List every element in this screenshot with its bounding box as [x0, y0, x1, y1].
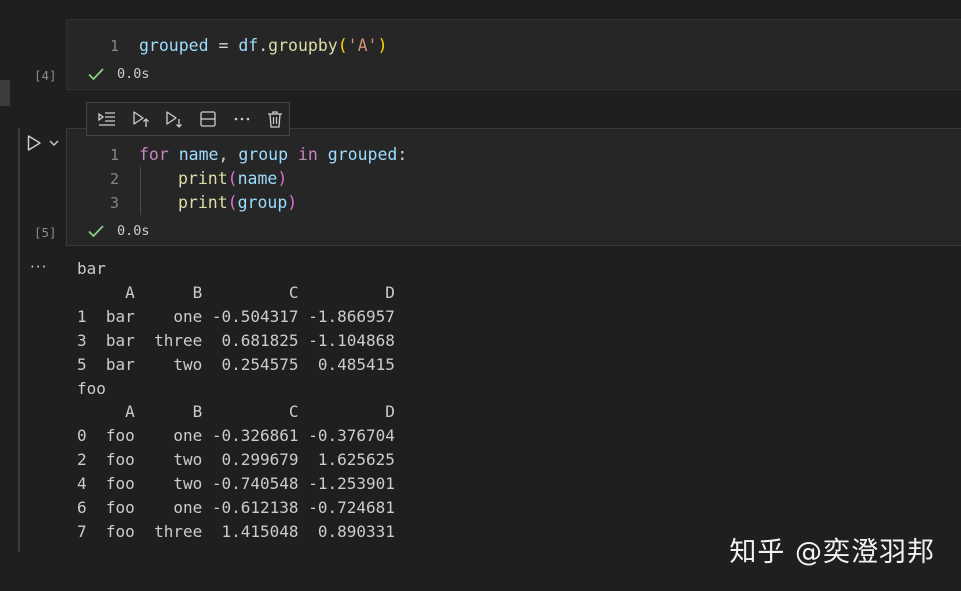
check-icon — [88, 68, 104, 81]
line-number: 1 — [109, 146, 119, 164]
code-line-1[interactable]: for name, group in grouped: — [139, 143, 407, 167]
cell-toolbar — [86, 102, 290, 136]
code-token: print — [178, 169, 228, 188]
line-number: 2 — [109, 170, 119, 188]
code-token: : — [397, 145, 408, 164]
code-line-3[interactable]: print(group) — [178, 191, 297, 215]
watermark: 知乎 @奕澄羽邦 — [729, 537, 935, 568]
code-token: ) — [287, 193, 298, 212]
run-cell-button[interactable] — [26, 133, 66, 153]
gutter-marker — [0, 80, 10, 106]
cell-status: 0.0s — [87, 223, 150, 239]
execute-below-icon — [166, 111, 183, 128]
code-token: , — [218, 145, 239, 164]
split-cell-icon — [200, 111, 216, 127]
run-by-line-button[interactable] — [93, 106, 121, 132]
execution-count: [5] — [34, 225, 57, 240]
execute-below-button[interactable] — [160, 106, 188, 132]
more-icon — [234, 117, 249, 121]
cell-focus-indicator — [18, 128, 20, 552]
cell-output: bar A B C D 1 bar one -0.504317 -1.86695… — [77, 259, 395, 541]
output-more-icon[interactable]: ··· — [30, 258, 47, 276]
code-cell-1[interactable]: 1 grouped = df.groupby('A') 0.0s — [66, 19, 961, 90]
code-line-2[interactable]: print(name) — [178, 167, 287, 191]
delete-cell-button[interactable] — [261, 106, 289, 132]
execution-time: 0.0s — [117, 223, 150, 239]
check-icon — [88, 225, 104, 238]
code-token: ( — [337, 36, 348, 55]
code-line-1[interactable]: grouped = df.groupby('A') — [139, 34, 387, 58]
code-token: grouped — [139, 36, 209, 55]
code-token: group — [237, 193, 288, 212]
code-token: df — [238, 36, 259, 55]
cell-status: 0.0s — [87, 66, 150, 82]
code-token: grouped — [327, 145, 398, 164]
more-actions-button[interactable] — [228, 106, 256, 132]
execute-above-icon — [132, 111, 149, 127]
code-token: 'A' — [347, 36, 378, 55]
code-token: . — [258, 36, 269, 55]
line-number: 3 — [109, 194, 119, 212]
code-token: = — [208, 36, 239, 55]
code-token: in — [297, 145, 318, 164]
code-token: ( — [227, 193, 238, 212]
code-token: group — [238, 145, 289, 164]
delete-icon — [268, 111, 283, 128]
play-icon — [27, 135, 41, 151]
code-token: ) — [277, 169, 288, 188]
code-token: name — [178, 145, 219, 164]
code-token: ( — [227, 169, 238, 188]
code-token: print — [178, 193, 228, 212]
indent-guide — [140, 167, 141, 215]
code-token: for — [139, 145, 169, 164]
code-token: ) — [377, 36, 388, 55]
execution-count: [4] — [34, 68, 57, 83]
code-cell-2[interactable]: 1 2 3 for name, group in grouped: print(… — [66, 128, 961, 246]
chevron-down-icon[interactable] — [48, 138, 60, 148]
code-token: name — [237, 169, 278, 188]
code-token: groupby — [268, 36, 338, 55]
execution-time: 0.0s — [117, 66, 150, 82]
run-by-line-icon — [98, 112, 115, 126]
execute-above-button[interactable] — [127, 106, 155, 132]
split-cell-button[interactable] — [194, 106, 222, 132]
line-number: 1 — [109, 37, 119, 55]
